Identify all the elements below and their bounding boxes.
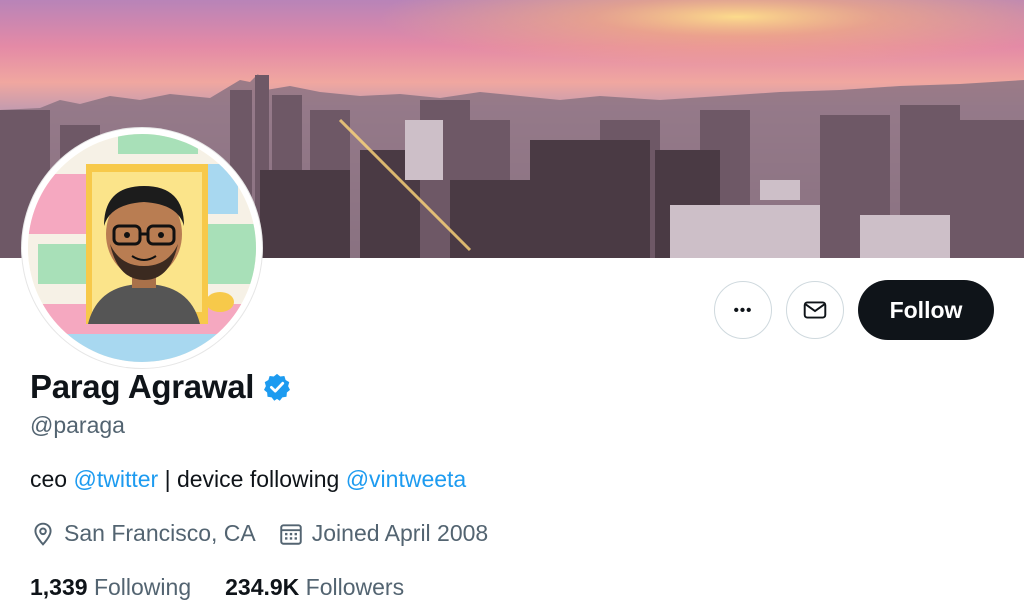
message-button[interactable]: [786, 281, 844, 339]
profile-stats: 1,339 Following 234.9K Followers: [30, 574, 438, 601]
profile-meta: San Francisco, CA Joined April 2008: [30, 520, 510, 547]
user-handle: @paraga: [30, 412, 125, 438]
location-text: San Francisco, CA: [64, 520, 256, 546]
envelope-icon: [803, 301, 827, 319]
more-button[interactable]: •••: [714, 281, 772, 339]
location-pin-icon: [34, 522, 52, 546]
location-item: San Francisco, CA: [30, 520, 256, 547]
bio-mention-vintweeta[interactable]: @vintweeta: [346, 466, 467, 492]
following-link[interactable]: 1,339 Following: [30, 574, 191, 601]
calendar-icon: [280, 523, 302, 545]
more-icon: •••: [733, 301, 753, 319]
followers-link[interactable]: 234.9K Followers: [225, 574, 404, 601]
bio-text-middle: | device following: [158, 466, 346, 492]
profile-avatar[interactable]: [22, 128, 262, 368]
following-count: 1,339: [30, 574, 88, 600]
following-label: Following: [93, 574, 192, 600]
followers-label: Followers: [305, 574, 405, 600]
verified-badge-icon: [264, 373, 291, 401]
profile-bio: ceo @twitter | device following @vintwee…: [30, 466, 466, 493]
display-name: Parag Agrawal: [30, 368, 255, 405]
bio-mention-twitter[interactable]: @twitter: [73, 466, 158, 492]
bio-text-prefix: ceo: [30, 466, 74, 492]
avatar-image: [28, 134, 256, 362]
follow-button[interactable]: Follow: [858, 280, 994, 340]
profile-actions: ••• Follow: [714, 280, 994, 340]
joined-item: Joined April 2008: [278, 520, 488, 547]
joined-text: Joined April 2008: [311, 520, 489, 546]
profile-name-row: Parag Agrawal: [30, 368, 292, 406]
followers-count: 234.9K: [225, 574, 300, 600]
